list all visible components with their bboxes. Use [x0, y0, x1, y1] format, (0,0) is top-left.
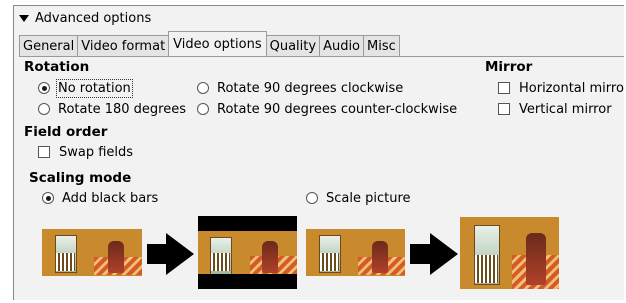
swap-fields-label: Swap fields — [59, 144, 134, 160]
scale-picture-label: Scale picture — [326, 190, 411, 206]
no-rotation-radio[interactable]: No rotation — [38, 78, 133, 98]
rotation-heading: Rotation — [24, 59, 90, 75]
no-rotation-label: No rotation — [56, 78, 133, 98]
source-picture-thumbnail-2 — [306, 229, 405, 276]
railing-shape — [211, 253, 230, 271]
tab-video-options[interactable]: Video options — [168, 31, 267, 56]
vertical-mirror-label: Vertical mirror — [519, 101, 612, 117]
tab-quality[interactable]: Quality — [265, 35, 321, 56]
person-shape — [526, 233, 546, 285]
radio-icon — [197, 103, 209, 115]
railing-shape — [56, 253, 75, 271]
field-order-heading: Field order — [24, 124, 108, 140]
horizontal-mirror-label: Horizontal mirro — [519, 80, 624, 96]
tab-video-format-label: Video format — [81, 38, 166, 54]
tab-general[interactable]: General — [19, 35, 79, 56]
tab-misc-label: Misc — [367, 38, 396, 54]
swap-fields-checkbox[interactable]: Swap fields — [38, 143, 133, 161]
tab-video-format[interactable]: Video format — [77, 35, 170, 56]
radio-selected-icon — [42, 192, 54, 204]
person-shape — [372, 241, 388, 273]
rotate-90-cw-radio[interactable]: Rotate 90 degrees clockwise — [197, 79, 403, 97]
checkbox-icon — [498, 82, 510, 94]
radio-icon — [306, 192, 318, 204]
tab-bar: General Video format Video options Quali… — [19, 31, 400, 56]
tab-audio-label: Audio — [323, 38, 361, 54]
source-picture-thumbnail — [42, 229, 142, 276]
scaling-mode-heading: Scaling mode — [29, 170, 132, 186]
rotate-180-label: Rotate 180 degrees — [58, 101, 186, 117]
collapse-triangle-icon — [19, 15, 29, 22]
rotate-90-cw-label: Rotate 90 degrees clockwise — [217, 80, 404, 96]
advanced-options-label: Advanced options — [35, 10, 152, 26]
tab-misc[interactable]: Misc — [363, 35, 400, 56]
scale-picture-radio[interactable]: Scale picture — [306, 189, 411, 207]
radio-icon — [197, 82, 209, 94]
tab-quality-label: Quality — [269, 38, 317, 54]
railing-shape — [475, 255, 498, 283]
rotate-90-ccw-radio[interactable]: Rotate 90 degrees counter-clockwise — [197, 100, 457, 118]
add-black-bars-label: Add black bars — [62, 190, 159, 206]
scaled-picture-thumbnail — [460, 217, 559, 289]
letterboxed-thumbnail — [198, 231, 297, 274]
checkbox-icon — [498, 103, 510, 115]
checkbox-icon — [38, 146, 50, 158]
rotate-90-ccw-label: Rotate 90 degrees counter-clockwise — [217, 101, 458, 117]
radio-selected-icon — [38, 82, 50, 94]
mirror-heading: Mirror — [485, 59, 533, 75]
tab-audio[interactable]: Audio — [319, 35, 365, 56]
person-shape — [262, 241, 278, 273]
vertical-mirror-checkbox[interactable]: Vertical mirror — [498, 100, 612, 118]
railing-shape — [320, 253, 339, 271]
rotate-180-radio[interactable]: Rotate 180 degrees — [38, 100, 186, 118]
advanced-options-expander[interactable]: Advanced options — [19, 9, 151, 27]
person-shape — [108, 241, 124, 273]
radio-icon — [38, 103, 50, 115]
letterboxed-picture — [198, 216, 297, 289]
tab-general-label: General — [23, 38, 75, 54]
horizontal-mirror-checkbox[interactable]: Horizontal mirro — [498, 79, 624, 97]
tab-divider — [19, 56, 624, 57]
tab-video-options-label: Video options — [173, 36, 262, 52]
add-black-bars-radio[interactable]: Add black bars — [42, 189, 158, 207]
